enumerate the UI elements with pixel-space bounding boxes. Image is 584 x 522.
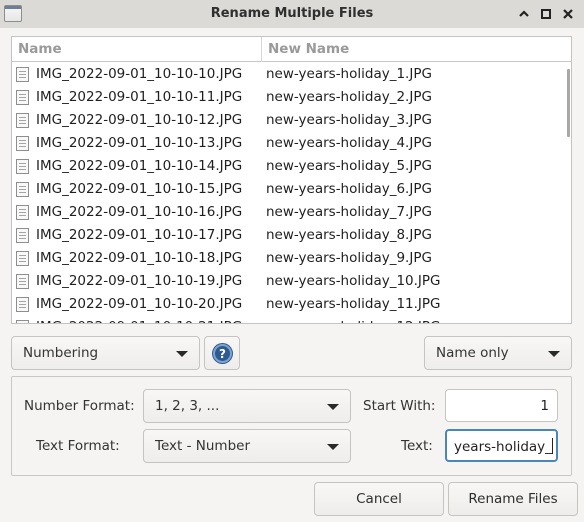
original-file-name: IMG_2022-09-01_10-10-21.JPG (36, 319, 242, 323)
file-icon (16, 159, 29, 174)
text-cursor (551, 438, 553, 454)
new-file-name: new-years-holiday_4.JPG (266, 135, 432, 151)
file-icon (16, 90, 29, 105)
text-format-value: Text - Number (155, 438, 250, 454)
title-bar: Rename Multiple Files (0, 0, 584, 28)
original-file-name: IMG_2022-09-01_10-10-20.JPG (36, 296, 243, 312)
original-file-name: IMG_2022-09-01_10-10-10.JPG (36, 66, 243, 82)
text-format-dropdown[interactable]: Text - Number (143, 429, 351, 463)
cancel-button[interactable]: Cancel (314, 482, 444, 516)
text-format-label: Text Format: (36, 438, 120, 454)
minimize-button[interactable] (515, 4, 533, 24)
original-file-name: IMG_2022-09-01_10-10-12.JPG (36, 112, 243, 128)
new-file-name: new-years-holiday_12.JPG (266, 319, 441, 323)
file-list-row[interactable]: IMG_2022-09-01_10-10-18.JPG new-years-hol… (12, 247, 571, 270)
original-file-name: IMG_2022-09-01_10-10-13.JPG (36, 135, 243, 151)
file-list-row[interactable]: IMG_2022-09-01_10-10-17.JPG new-years-hol… (12, 224, 571, 247)
chevron-down-icon (327, 444, 339, 450)
file-list-rows: IMG_2022-09-01_10-10-10.JPG new-years-hol… (12, 63, 571, 323)
file-list[interactable]: Name New Name IMG_2022-09-01_10-10-10.JP… (11, 36, 572, 324)
file-list-row[interactable]: IMG_2022-09-01_10-10-11.JPG new-years-hol… (12, 86, 571, 109)
chevron-up-icon (519, 10, 529, 17)
rename-mode-value: Numbering (23, 345, 99, 361)
rename-files-button-label: Rename Files (468, 491, 558, 507)
text-input[interactable]: years-holiday_ (445, 429, 558, 462)
file-icon (16, 67, 29, 82)
text-input-value: years-holiday_ (454, 439, 552, 455)
rename-mode-dropdown[interactable]: Numbering (11, 336, 200, 370)
file-list-row[interactable]: IMG_2022-09-01_10-10-16.JPG new-years-hol… (12, 201, 571, 224)
maximize-icon (541, 9, 551, 19)
original-file-name: IMG_2022-09-01_10-10-16.JPG (36, 204, 243, 220)
file-icon (16, 205, 29, 220)
start-with-label: Start With: (363, 398, 436, 414)
scope-dropdown[interactable]: Name only (424, 336, 572, 370)
rename-files-button[interactable]: Rename Files (448, 482, 578, 516)
file-icon (16, 182, 29, 197)
chevron-down-icon (327, 404, 339, 410)
chevron-down-icon (548, 351, 560, 357)
number-format-dropdown[interactable]: 1, 2, 3, ... (143, 389, 351, 423)
number-format-label: Number Format: (24, 398, 135, 414)
text-label: Text: (401, 438, 433, 454)
number-format-value: 1, 2, 3, ... (155, 398, 220, 414)
new-file-name: new-years-holiday_6.JPG (266, 181, 432, 197)
new-file-name: new-years-holiday_9.JPG (266, 250, 432, 266)
scrollbar-thumb[interactable] (567, 69, 570, 137)
column-header-new-name[interactable]: New Name (262, 37, 562, 62)
new-file-name: new-years-holiday_11.JPG (266, 296, 441, 312)
close-icon (563, 9, 573, 19)
file-icon (16, 274, 29, 289)
scope-value: Name only (436, 345, 509, 361)
column-header-name[interactable]: Name (12, 37, 262, 62)
help-button[interactable]: ? (204, 336, 240, 370)
file-list-row[interactable]: IMG_2022-09-01_10-10-13.JPG new-years-hol… (12, 132, 571, 155)
file-icon (16, 251, 29, 266)
new-file-name: new-years-holiday_1.JPG (266, 66, 432, 82)
file-icon (16, 228, 29, 243)
chevron-down-icon (176, 351, 188, 357)
start-with-value: 1 (540, 398, 549, 414)
file-list-row[interactable]: IMG_2022-09-01_10-10-20.JPG new-years-hol… (12, 293, 571, 316)
file-list-row[interactable]: IMG_2022-09-01_10-10-21.JPG new-years-hol… (12, 316, 571, 323)
file-icon (16, 113, 29, 128)
new-file-name: new-years-holiday_7.JPG (266, 204, 432, 220)
close-button[interactable] (559, 4, 577, 24)
file-list-row[interactable]: IMG_2022-09-01_10-10-12.JPG new-years-hol… (12, 109, 571, 132)
original-file-name: IMG_2022-09-01_10-10-18.JPG (36, 250, 243, 266)
original-file-name: IMG_2022-09-01_10-10-17.JPG (36, 227, 243, 243)
file-list-row[interactable]: IMG_2022-09-01_10-10-15.JPG new-years-hol… (12, 178, 571, 201)
new-file-name: new-years-holiday_10.JPG (266, 273, 441, 289)
file-list-row[interactable]: IMG_2022-09-01_10-10-14.JPG new-years-hol… (12, 155, 571, 178)
maximize-button[interactable] (537, 4, 555, 24)
original-file-name: IMG_2022-09-01_10-10-19.JPG (36, 273, 243, 289)
cancel-button-label: Cancel (356, 491, 402, 507)
file-list-row[interactable]: IMG_2022-09-01_10-10-19.JPG new-years-hol… (12, 270, 571, 293)
window-title: Rename Multiple Files (210, 6, 374, 21)
file-list-header: Name New Name (12, 37, 571, 62)
original-file-name: IMG_2022-09-01_10-10-15.JPG (36, 181, 243, 197)
new-file-name: new-years-holiday_2.JPG (266, 89, 432, 105)
help-icon: ? (213, 344, 232, 363)
new-file-name: new-years-holiday_3.JPG (266, 112, 432, 128)
original-file-name: IMG_2022-09-01_10-10-11.JPG (36, 89, 243, 105)
file-icon (16, 297, 29, 312)
file-icon (16, 136, 29, 151)
new-file-name: new-years-holiday_5.JPG (266, 158, 432, 174)
new-file-name: new-years-holiday_8.JPG (266, 227, 432, 243)
original-file-name: IMG_2022-09-01_10-10-14.JPG (36, 158, 243, 174)
file-list-row[interactable]: IMG_2022-09-01_10-10-10.JPG new-years-hol… (12, 63, 571, 86)
file-icon (16, 320, 29, 323)
start-with-input[interactable]: 1 (445, 389, 558, 422)
